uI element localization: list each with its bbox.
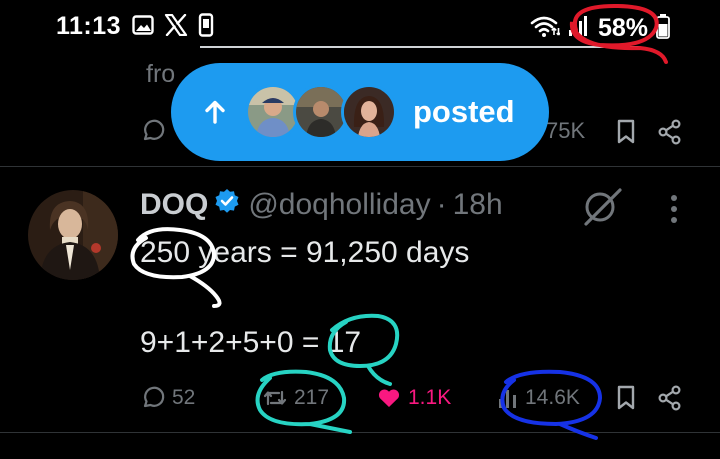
signal-icon <box>568 14 590 43</box>
tweet-text-line-1: 250 years = 91,250 days <box>140 236 470 269</box>
share-icon <box>658 385 681 411</box>
status-divider <box>200 46 640 48</box>
repost-button[interactable]: 217 <box>262 385 329 411</box>
tweet-timestamp[interactable]: 18h <box>453 188 503 222</box>
new-posts-button[interactable]: posted <box>171 63 549 161</box>
image-icon <box>132 14 154 41</box>
battery-percent: 58% <box>597 14 648 42</box>
tweet-divider-bottom <box>0 432 720 433</box>
share-icon[interactable] <box>658 119 682 150</box>
reply-count: 52 <box>172 386 196 409</box>
previous-tweet-text: fro <box>146 60 176 88</box>
status-bar: 11:13 58% <box>0 0 720 52</box>
share-button[interactable] <box>658 385 682 411</box>
reply-icon[interactable] <box>140 118 166 149</box>
like-count: 1.1K <box>408 386 452 409</box>
views-button[interactable]: 14.6K <box>497 385 580 411</box>
author-avatar[interactable] <box>28 190 118 280</box>
tweet-text-line-2: 9+1+2+5+0 = 17 <box>140 326 362 359</box>
new-posts-avatars <box>245 84 397 140</box>
more-options-icon[interactable] <box>666 192 682 231</box>
bookmark-icon[interactable] <box>614 119 638 150</box>
heart-icon <box>378 389 400 407</box>
author-handle[interactable]: @doqholliday <box>248 188 430 222</box>
views-count: 14.6K <box>525 386 580 409</box>
avatar <box>341 84 397 140</box>
phone-icon <box>198 13 214 42</box>
status-time: 11:13 <box>56 12 122 40</box>
repost-icon <box>263 390 287 406</box>
battery-icon <box>656 13 670 44</box>
like-button[interactable]: 1.1K <box>376 385 451 411</box>
x-logo-icon <box>164 13 188 41</box>
grok-icon[interactable] <box>580 186 624 231</box>
previous-views-count[interactable]: 75K <box>546 118 585 144</box>
screen: 11:13 58% fro 75K posted DOQ @doqhollida… <box>0 0 720 459</box>
views-chart-icon <box>499 390 516 408</box>
tweet-header: DOQ @doqholliday · 18h <box>140 188 503 222</box>
author-display-name[interactable]: DOQ <box>140 188 208 222</box>
bookmark-icon <box>617 385 635 410</box>
verified-badge-icon <box>214 188 240 222</box>
repost-count: 217 <box>294 386 330 409</box>
notification-icons <box>132 13 214 42</box>
system-icons: 58% <box>530 13 670 44</box>
new-posts-label: posted <box>413 94 515 129</box>
reply-icon <box>143 386 165 408</box>
separator-dot: · <box>436 188 447 221</box>
wifi-icon <box>530 14 561 43</box>
arrow-up-icon <box>205 100 225 124</box>
bookmark-button[interactable] <box>614 385 638 411</box>
tweet-divider <box>0 166 720 167</box>
reply-button[interactable]: 52 <box>140 385 195 411</box>
